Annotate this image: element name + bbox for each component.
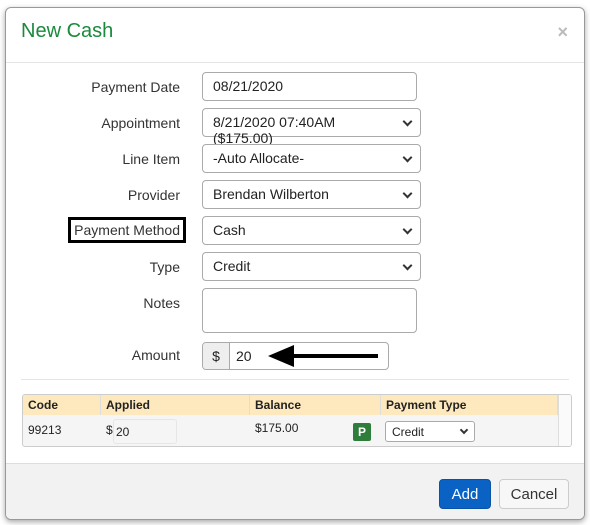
- p-badge[interactable]: P: [353, 423, 371, 441]
- line-item-label: Line Item: [122, 151, 180, 167]
- payment-method-value: Cash: [213, 222, 246, 238]
- cell-code: 99213: [28, 423, 62, 437]
- provider-label: Provider: [127, 187, 180, 203]
- notes-textarea[interactable]: [202, 288, 417, 333]
- appointment-select[interactable]: 8/21/2020 07:40AM ($175.00): [202, 108, 421, 146]
- payment-method-select[interactable]: Cash: [202, 216, 421, 245]
- amount-input[interactable]: 20: [230, 343, 258, 369]
- header-balance: Balance: [250, 395, 381, 415]
- currency-addon: $: [203, 343, 230, 369]
- appointment-value: 8/21/2020 07:40AM ($175.00): [213, 114, 336, 146]
- add-button[interactable]: Add: [439, 479, 491, 509]
- header-code: Code: [23, 395, 101, 415]
- line-item-select[interactable]: -Auto Allocate-: [202, 144, 421, 173]
- arrow-annotation-icon: [268, 345, 378, 367]
- table-scrollbar[interactable]: [558, 395, 571, 446]
- allocation-table: Code Applied Balance Payment Type 99213 …: [22, 394, 572, 447]
- applied-input[interactable]: 20: [113, 419, 177, 444]
- type-value: Credit: [213, 258, 251, 274]
- amount-label: Amount: [131, 347, 180, 363]
- header-payment-type: Payment Type: [381, 395, 558, 415]
- close-icon[interactable]: ×: [557, 22, 568, 43]
- type-select[interactable]: Credit: [202, 252, 421, 281]
- modal-header: New Cash ×: [6, 8, 584, 63]
- payment-type-value: Credit: [392, 425, 425, 439]
- provider-select[interactable]: Brendan Wilberton: [202, 180, 421, 209]
- line-item-value: -Auto Allocate-: [213, 150, 305, 166]
- payment-method-label: Payment Method: [68, 217, 186, 243]
- new-cash-modal: New Cash × Payment Date 08/21/2020 Appoi…: [5, 7, 585, 520]
- cancel-button[interactable]: Cancel: [499, 479, 569, 509]
- modal-title: New Cash: [21, 20, 114, 42]
- payment-date-input[interactable]: 08/21/2020: [202, 72, 417, 101]
- payment-type-select[interactable]: Credit: [385, 421, 475, 442]
- payment-date-label: Payment Date: [91, 79, 180, 95]
- modal-footer: Add Cancel: [6, 463, 584, 519]
- applied-prefix: $: [106, 423, 113, 437]
- provider-value: Brendan Wilberton: [213, 186, 329, 202]
- divider: [21, 379, 569, 380]
- type-label: Type: [149, 259, 180, 275]
- cell-balance: $175.00: [255, 421, 299, 435]
- header-applied: Applied: [101, 395, 250, 415]
- notes-label: Notes: [143, 295, 180, 311]
- appointment-label: Appointment: [101, 115, 180, 131]
